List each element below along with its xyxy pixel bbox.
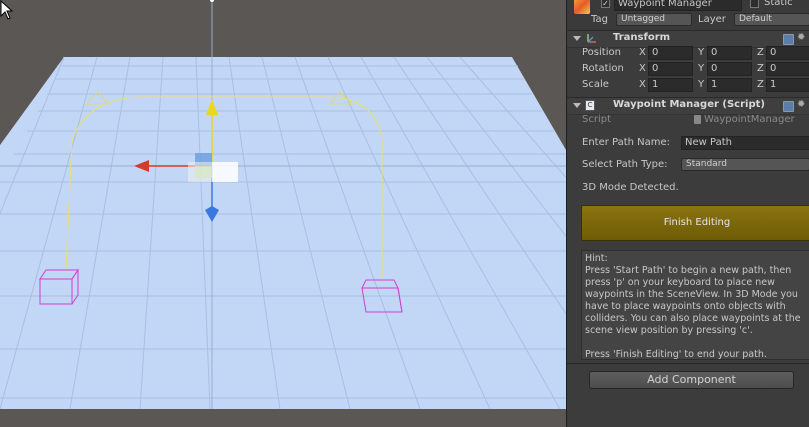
script-label: Script [582, 114, 612, 125]
position-x-label: X [639, 47, 646, 58]
transform-row-scale: Scale X 1 Y 1 Z 1 [567, 78, 809, 94]
script-component-title: Waypoint Manager (Script) [613, 99, 765, 110]
rotation-y-field[interactable]: 0 [707, 62, 752, 76]
rotation-label: Rotation [582, 63, 624, 74]
transform-reference-icon[interactable] [783, 34, 794, 45]
active-toggle[interactable]: ✓ [601, 0, 610, 8]
path-name-row: Enter Path Name: New Path [567, 136, 809, 152]
finish-editing-button[interactable]: Finish Editing [581, 205, 809, 241]
scale-x-label: X [639, 79, 646, 90]
scale-y-label: Y [698, 79, 705, 90]
rotation-z-label: Z [757, 63, 764, 74]
scale-z-field[interactable]: 1 [766, 78, 809, 92]
script-reference-icon[interactable] [783, 101, 794, 112]
tag-dropdown[interactable]: Untagged [616, 13, 692, 26]
scale-y-field[interactable]: 1 [707, 78, 752, 92]
position-z-field[interactable]: 0 [766, 46, 809, 60]
script-gear-icon[interactable]: ✹ [797, 100, 805, 110]
script-asset-icon [694, 115, 701, 124]
tag-label: Tag [591, 14, 608, 25]
inspector-header: ✓ Waypoint Manager Static Tag Untagged L… [567, 0, 809, 30]
scale-x-field[interactable]: 1 [648, 78, 693, 92]
inspector-panel: ✓ Waypoint Manager Static Tag Untagged L… [566, 0, 809, 427]
ground-plane [0, 57, 566, 409]
transform-icon [586, 33, 597, 44]
hint-footer: Press 'Finish Editing' to end your path. [585, 349, 767, 360]
path-type-row: Select Path Type: Standard [567, 158, 809, 174]
static-label: Static [764, 0, 793, 8]
script-foldout-icon[interactable] [573, 103, 581, 108]
script-field-row: Script WaypointManager [567, 113, 809, 127]
scale-label: Scale [582, 79, 609, 90]
hint-box: Hint: Press 'Start Path' to begin a new … [581, 250, 809, 360]
path-type-label: Select Path Type: [582, 159, 668, 170]
game-object-icon [574, 0, 590, 14]
component-divider [567, 363, 809, 364]
static-toggle[interactable] [750, 0, 759, 8]
scene-view[interactable] [0, 0, 566, 427]
path-name-input[interactable]: New Path [681, 136, 809, 150]
scale-z-label: Z [757, 79, 764, 90]
rotation-x-field[interactable]: 0 [648, 62, 693, 76]
position-y-field[interactable]: 0 [707, 46, 752, 60]
transform-row-position: Position X 0 Y 0 Z 0 [567, 46, 809, 62]
rotation-z-field[interactable]: 0 [766, 62, 809, 76]
script-value[interactable]: WaypointManager [704, 114, 795, 125]
mouse-cursor-icon [0, 0, 14, 20]
path-name-label: Enter Path Name: [582, 137, 671, 148]
transform-gear-icon[interactable]: ✹ [797, 33, 805, 43]
transform-title: Transform [613, 32, 671, 43]
position-x-field[interactable]: 0 [648, 46, 693, 60]
layer-label: Layer [698, 14, 726, 25]
transform-foldout-icon[interactable] [573, 36, 581, 41]
position-label: Position [582, 47, 621, 58]
transform-row-rotation: Rotation X 0 Y 0 Z 0 [567, 62, 809, 78]
rotation-x-label: X [639, 63, 646, 74]
hint-body: Press 'Start Path' to begin a new path, … [585, 265, 801, 336]
position-z-label: Z [757, 47, 764, 58]
script-icon: C [585, 100, 595, 111]
scene-canvas[interactable] [0, 0, 566, 427]
add-component-button[interactable]: Add Component [589, 371, 794, 389]
layer-dropdown[interactable]: Default [734, 13, 809, 26]
rotation-y-label: Y [698, 63, 705, 74]
mode-detected-text: 3D Mode Detected. [582, 182, 679, 193]
position-y-label: Y [698, 47, 705, 58]
path-type-dropdown[interactable]: Standard [681, 158, 809, 171]
hint-title: Hint: [585, 253, 608, 264]
object-name-field[interactable]: Waypoint Manager [614, 0, 742, 11]
